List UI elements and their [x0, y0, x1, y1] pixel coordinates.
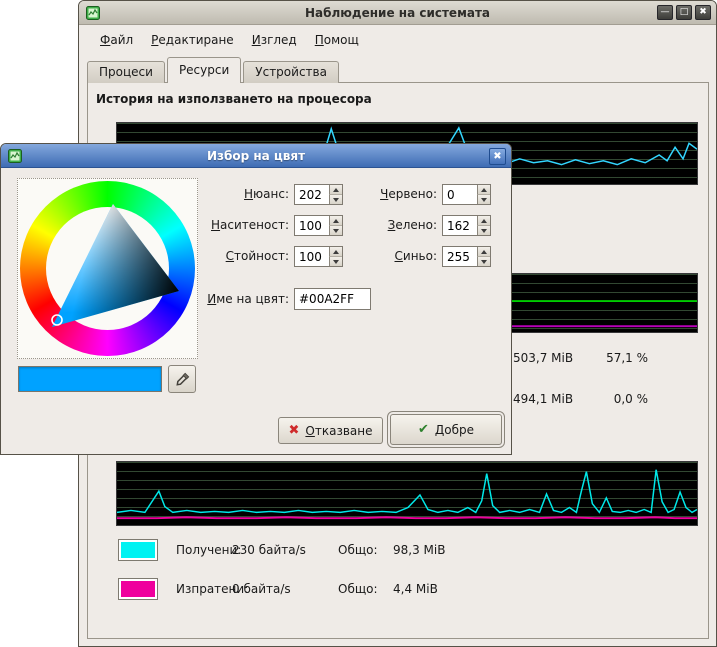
sent-rate: 0 байта/s	[232, 582, 291, 596]
dialog-app-icon	[7, 148, 23, 164]
minimize-icon[interactable]: —	[657, 5, 673, 20]
dialog-controls: ✖	[489, 148, 506, 165]
tab-processes[interactable]: Процеси	[87, 61, 165, 83]
received-total-label: Общо:	[338, 543, 378, 557]
hue-down-icon[interactable]	[329, 195, 342, 204]
tab-resources[interactable]: Ресурси	[167, 57, 241, 83]
menu-edit[interactable]: Редактиране	[142, 30, 243, 50]
ok-icon: ✔	[418, 423, 429, 436]
saturation-spinner	[294, 215, 343, 236]
color-preview	[18, 366, 162, 392]
tab-devices[interactable]: Устройства	[243, 61, 339, 83]
main-window-title: Наблюдение на системата	[79, 6, 716, 20]
sent-total-label: Общо:	[338, 582, 378, 596]
value-up-icon[interactable]	[329, 247, 342, 257]
sv-triangle[interactable]	[20, 181, 195, 356]
value-down-icon[interactable]	[329, 257, 342, 266]
cancel-button[interactable]: ✖ Отказване	[278, 417, 383, 444]
red-up-icon[interactable]	[477, 185, 490, 195]
swap-percent: 0,0 %	[588, 392, 648, 406]
menubar: Файл Редактиране Изглед Помощ	[79, 26, 716, 53]
value-input[interactable]	[295, 247, 329, 266]
menu-help[interactable]: Помощ	[306, 30, 368, 50]
blue-input[interactable]	[443, 247, 477, 266]
network-history-chart	[116, 461, 698, 526]
close-icon[interactable]: ✖	[695, 5, 711, 20]
cancel-button-label: Отказване	[305, 424, 372, 438]
saturation-down-icon[interactable]	[329, 226, 342, 235]
value-spinner	[294, 246, 343, 267]
green-input[interactable]	[443, 216, 477, 235]
dialog-titlebar[interactable]: Избор на цвят ✖	[1, 144, 511, 168]
cancel-icon: ✖	[289, 424, 300, 437]
window-controls: — □ ✖	[657, 5, 711, 20]
app-icon	[85, 5, 101, 21]
color-name-input[interactable]	[294, 288, 371, 310]
memory-stats-row: 503,7 MiB 57,1 %	[513, 351, 653, 367]
green-down-icon[interactable]	[477, 226, 490, 235]
color-picker-dialog: Избор на цвят ✖	[0, 143, 512, 455]
hue-label: Нюанс:	[191, 187, 289, 201]
hue-up-icon[interactable]	[329, 185, 342, 195]
cpu-history-heading: История на използването на процесора	[96, 92, 372, 106]
blue-down-icon[interactable]	[477, 257, 490, 266]
memory-percent: 57,1 %	[588, 351, 648, 365]
green-up-icon[interactable]	[477, 216, 490, 226]
green-spinner	[442, 215, 491, 236]
received-color-swatch[interactable]	[118, 539, 158, 561]
blue-spinner	[442, 246, 491, 267]
desktop: Наблюдение на системата — □ ✖ Файл Редак…	[0, 0, 717, 647]
red-input[interactable]	[443, 185, 477, 204]
sent-total: 4,4 MiB	[393, 582, 438, 596]
green-label: Зелено:	[346, 218, 437, 232]
value-label: Стойност:	[191, 249, 289, 263]
dialog-title: Избор на цвят	[1, 149, 511, 163]
menu-file[interactable]: Файл	[91, 30, 142, 50]
maximize-icon[interactable]: □	[676, 5, 692, 20]
received-total: 98,3 MiB	[393, 543, 445, 557]
red-label: Червено:	[346, 187, 437, 201]
network-received-line	[117, 470, 697, 513]
main-titlebar[interactable]: Наблюдение на системата — □ ✖	[79, 1, 716, 25]
color-name-label: Име на цвят:	[191, 292, 289, 306]
ok-button[interactable]: ✔ Добре	[390, 414, 502, 445]
red-down-icon[interactable]	[477, 195, 490, 204]
sv-triangle-black-shade	[52, 204, 179, 327]
network-received-row: Получени: 230 байта/s Общо: 98,3 MiB	[118, 539, 538, 563]
eyedropper-icon	[174, 371, 191, 388]
hue-input[interactable]	[295, 185, 329, 204]
network-sent-row: Изпратени: 0 байта/s Общо: 4,4 MiB	[118, 578, 538, 602]
notebook-tabs: Процеси Ресурси Устройства	[87, 57, 341, 83]
saturation-input[interactable]	[295, 216, 329, 235]
blue-label: Синьо:	[346, 249, 437, 263]
network-sent-line	[117, 517, 697, 518]
red-spinner	[442, 184, 491, 205]
saturation-up-icon[interactable]	[329, 216, 342, 226]
blue-up-icon[interactable]	[477, 247, 490, 257]
received-rate: 230 байта/s	[232, 543, 306, 557]
dialog-close-icon[interactable]: ✖	[489, 148, 506, 165]
saturation-label: Наситеност:	[191, 218, 289, 232]
swap-stats-row: 494,1 MiB 0,0 %	[513, 392, 653, 408]
eyedropper-button[interactable]	[168, 365, 196, 393]
ok-button-label: Добре	[435, 423, 474, 437]
sent-color-swatch[interactable]	[118, 578, 158, 600]
hue-spinner	[294, 184, 343, 205]
menu-view[interactable]: Изглед	[243, 30, 306, 50]
color-wheel[interactable]	[17, 178, 198, 359]
